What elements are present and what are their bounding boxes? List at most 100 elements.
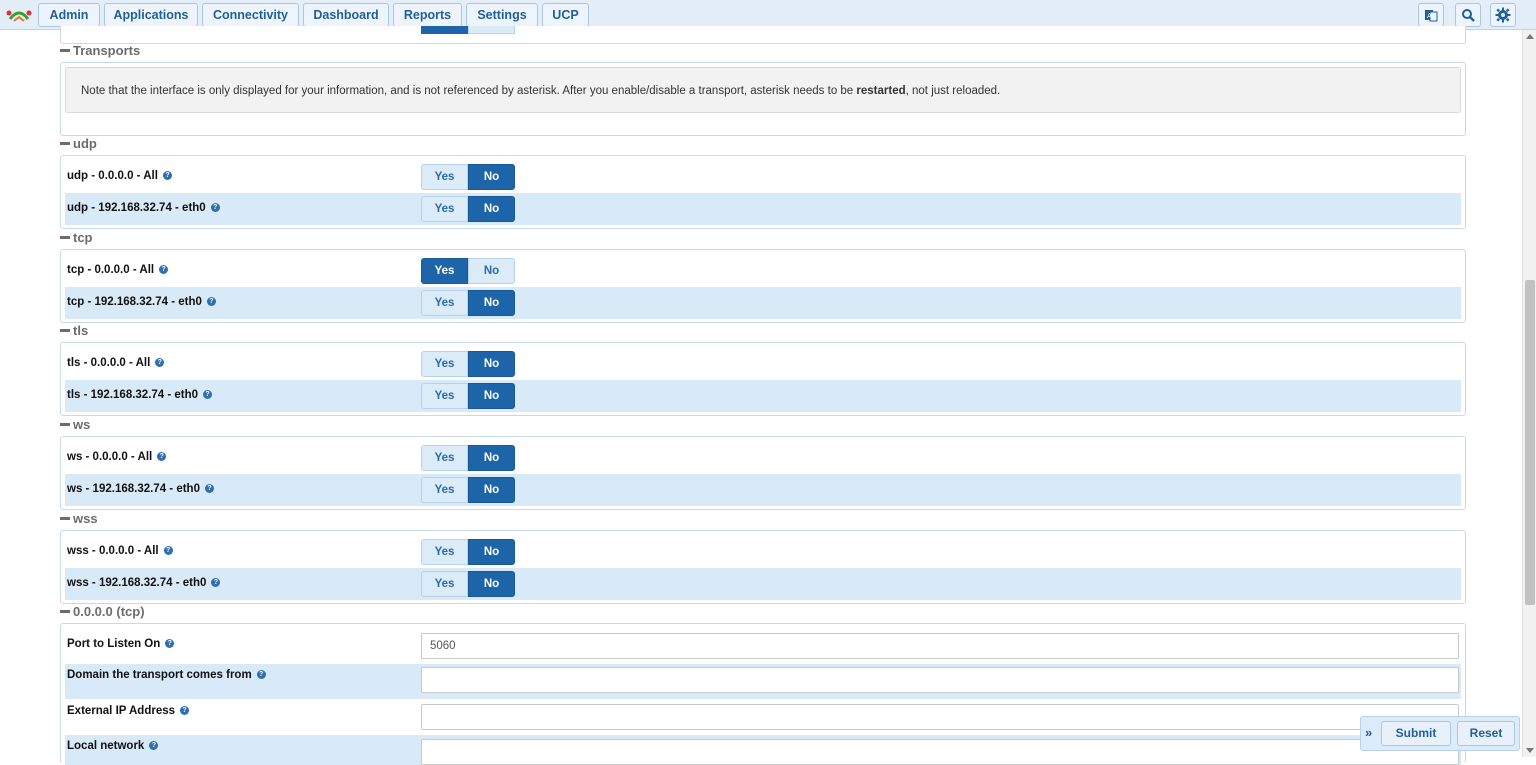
- nav-connectivity[interactable]: Connectivity: [202, 3, 299, 27]
- help-icon[interactable]: ?: [206, 297, 216, 307]
- udp-eth0-toggle: Yes No: [421, 196, 515, 222]
- previous-toggle-no[interactable]: [468, 26, 515, 34]
- nav-ucp[interactable]: UCP: [542, 3, 589, 27]
- wss-eth0-label: wss - 192.168.32.74 - eth0?: [67, 577, 221, 589]
- udp-all-toggle: Yes No: [421, 164, 515, 190]
- row-label-text: wss - 192.168.32.74 - eth0: [67, 577, 207, 589]
- wss-box: wss - 0.0.0.0 - All? Yes No wss - 192.16…: [60, 530, 1466, 604]
- nav-settings[interactable]: Settings: [466, 3, 538, 27]
- help-icon[interactable]: ?: [162, 171, 172, 181]
- udp-all-yes[interactable]: Yes: [421, 164, 468, 190]
- tcp-all-label: tcp - 0.0.0.0 - All?: [67, 264, 169, 276]
- row-label-text: ws - 192.168.32.74 - eth0: [67, 483, 200, 495]
- ws-eth0-label: ws - 192.168.32.74 - eth0?: [67, 483, 214, 495]
- port-input[interactable]: [421, 633, 1459, 659]
- tls-all-no[interactable]: No: [468, 351, 515, 377]
- wss-all-toggle: Yes No: [421, 539, 515, 565]
- external-ip-input[interactable]: [421, 704, 1459, 730]
- tcp-eth0-yes[interactable]: Yes: [421, 290, 468, 316]
- tcp-eth0-no[interactable]: No: [468, 290, 515, 316]
- udp-section-title[interactable]: udp: [60, 136, 97, 152]
- help-icon[interactable]: ?: [180, 706, 190, 716]
- scroll-down-arrow-icon[interactable]: [1526, 748, 1534, 753]
- previous-section-box: [60, 26, 1466, 44]
- ws-all-toggle: Yes No: [421, 445, 515, 471]
- tcp-section-title[interactable]: tcp: [60, 230, 93, 246]
- wss-all-label: wss - 0.0.0.0 - All?: [67, 545, 173, 557]
- nav-admin[interactable]: Admin: [38, 3, 100, 27]
- row-label-text: tcp - 192.168.32.74 - eth0: [67, 296, 202, 308]
- udp-title-text: udp: [73, 136, 97, 151]
- reset-button[interactable]: Reset: [1457, 721, 1515, 746]
- help-icon[interactable]: ?: [204, 484, 214, 494]
- vertical-scrollbar[interactable]: [1522, 30, 1536, 757]
- tls-section-title[interactable]: tls: [60, 323, 88, 339]
- collapse-icon: [60, 610, 70, 614]
- gear-icon: [1495, 7, 1511, 23]
- wss-all-yes[interactable]: Yes: [421, 539, 468, 565]
- ws-eth0-yes[interactable]: Yes: [421, 477, 468, 503]
- tls-eth0-no[interactable]: No: [468, 383, 515, 409]
- help-icon[interactable]: ?: [155, 358, 165, 368]
- udp-all-no[interactable]: No: [468, 164, 515, 190]
- tls-all-yes[interactable]: Yes: [421, 351, 468, 377]
- ws-all-no[interactable]: No: [468, 445, 515, 471]
- expand-action-bar-icon[interactable]: »: [1365, 725, 1377, 741]
- ws-all-label: ws - 0.0.0.0 - All?: [67, 451, 167, 463]
- note-text-end: , not just reloaded.: [905, 85, 1001, 97]
- language-button[interactable]: A: [1418, 3, 1444, 27]
- local-network-input[interactable]: [421, 739, 1459, 765]
- nav-reports[interactable]: Reports: [393, 3, 462, 27]
- tcp-all-yes[interactable]: Yes: [421, 258, 468, 284]
- nav-applications[interactable]: Applications: [104, 3, 198, 27]
- tls-eth0-yes[interactable]: Yes: [421, 383, 468, 409]
- tls-eth0-label: tls - 192.168.32.74 - eth0?: [67, 389, 213, 401]
- ws-section-title[interactable]: ws: [60, 417, 90, 433]
- collapse-icon: [60, 517, 70, 521]
- wss-eth0-yes[interactable]: Yes: [421, 571, 468, 597]
- help-icon[interactable]: ?: [163, 546, 173, 556]
- help-icon[interactable]: ?: [210, 203, 220, 213]
- scroll-up-arrow-icon[interactable]: [1526, 34, 1534, 39]
- udp-row-all: udp - 0.0.0.0 - All? Yes No: [65, 161, 1461, 193]
- udp-all-label: udp - 0.0.0.0 - All?: [67, 170, 172, 182]
- help-icon[interactable]: ?: [203, 390, 213, 400]
- tcp-all-no[interactable]: No: [468, 258, 515, 284]
- tcp-settings-section-title[interactable]: 0.0.0.0 (tcp): [60, 604, 145, 620]
- row-label-text: wss - 0.0.0.0 - All: [67, 545, 159, 557]
- transports-box: Note that the interface is only displaye…: [60, 62, 1466, 136]
- wss-section-title[interactable]: wss: [60, 511, 98, 527]
- submit-button[interactable]: Submit: [1381, 721, 1451, 746]
- ws-all-yes[interactable]: Yes: [421, 445, 468, 471]
- transports-section-title[interactable]: Transports: [60, 43, 140, 59]
- help-icon[interactable]: ?: [159, 265, 169, 275]
- freepbx-logo-icon[interactable]: [4, 5, 34, 25]
- wss-eth0-no[interactable]: No: [468, 571, 515, 597]
- help-icon[interactable]: ?: [157, 452, 167, 462]
- settings-gear-button[interactable]: [1490, 3, 1516, 27]
- tcp-box: tcp - 0.0.0.0 - All? Yes No tcp - 192.16…: [60, 249, 1466, 323]
- row-label-text: tcp - 0.0.0.0 - All: [67, 264, 155, 276]
- udp-eth0-yes[interactable]: Yes: [421, 196, 468, 222]
- search-button[interactable]: [1455, 3, 1481, 27]
- previous-toggle-yes[interactable]: [421, 26, 468, 34]
- tls-all-toggle: Yes No: [421, 351, 515, 377]
- scrollbar-thumb[interactable]: [1525, 280, 1535, 605]
- nav-dashboard[interactable]: Dashboard: [303, 3, 389, 27]
- row-label-text: Local network: [67, 740, 145, 752]
- tcp-row-all: tcp - 0.0.0.0 - All? Yes No: [65, 255, 1461, 287]
- udp-eth0-no[interactable]: No: [468, 196, 515, 222]
- help-icon[interactable]: ?: [149, 741, 159, 751]
- help-icon[interactable]: ?: [165, 639, 175, 649]
- ws-eth0-no[interactable]: No: [468, 477, 515, 503]
- help-icon[interactable]: ?: [211, 578, 221, 588]
- wss-row-eth0: wss - 192.168.32.74 - eth0? Yes No: [65, 568, 1461, 600]
- collapse-icon: [60, 49, 70, 53]
- row-label-text: Domain the transport comes from: [67, 669, 252, 681]
- domain-input[interactable]: [421, 667, 1459, 693]
- udp-eth0-label: udp - 192.168.32.74 - eth0?: [67, 202, 220, 214]
- help-icon[interactable]: ?: [256, 670, 266, 680]
- collapse-icon: [60, 142, 70, 146]
- wss-all-no[interactable]: No: [468, 539, 515, 565]
- wss-row-all: wss - 0.0.0.0 - All? Yes No: [65, 536, 1461, 568]
